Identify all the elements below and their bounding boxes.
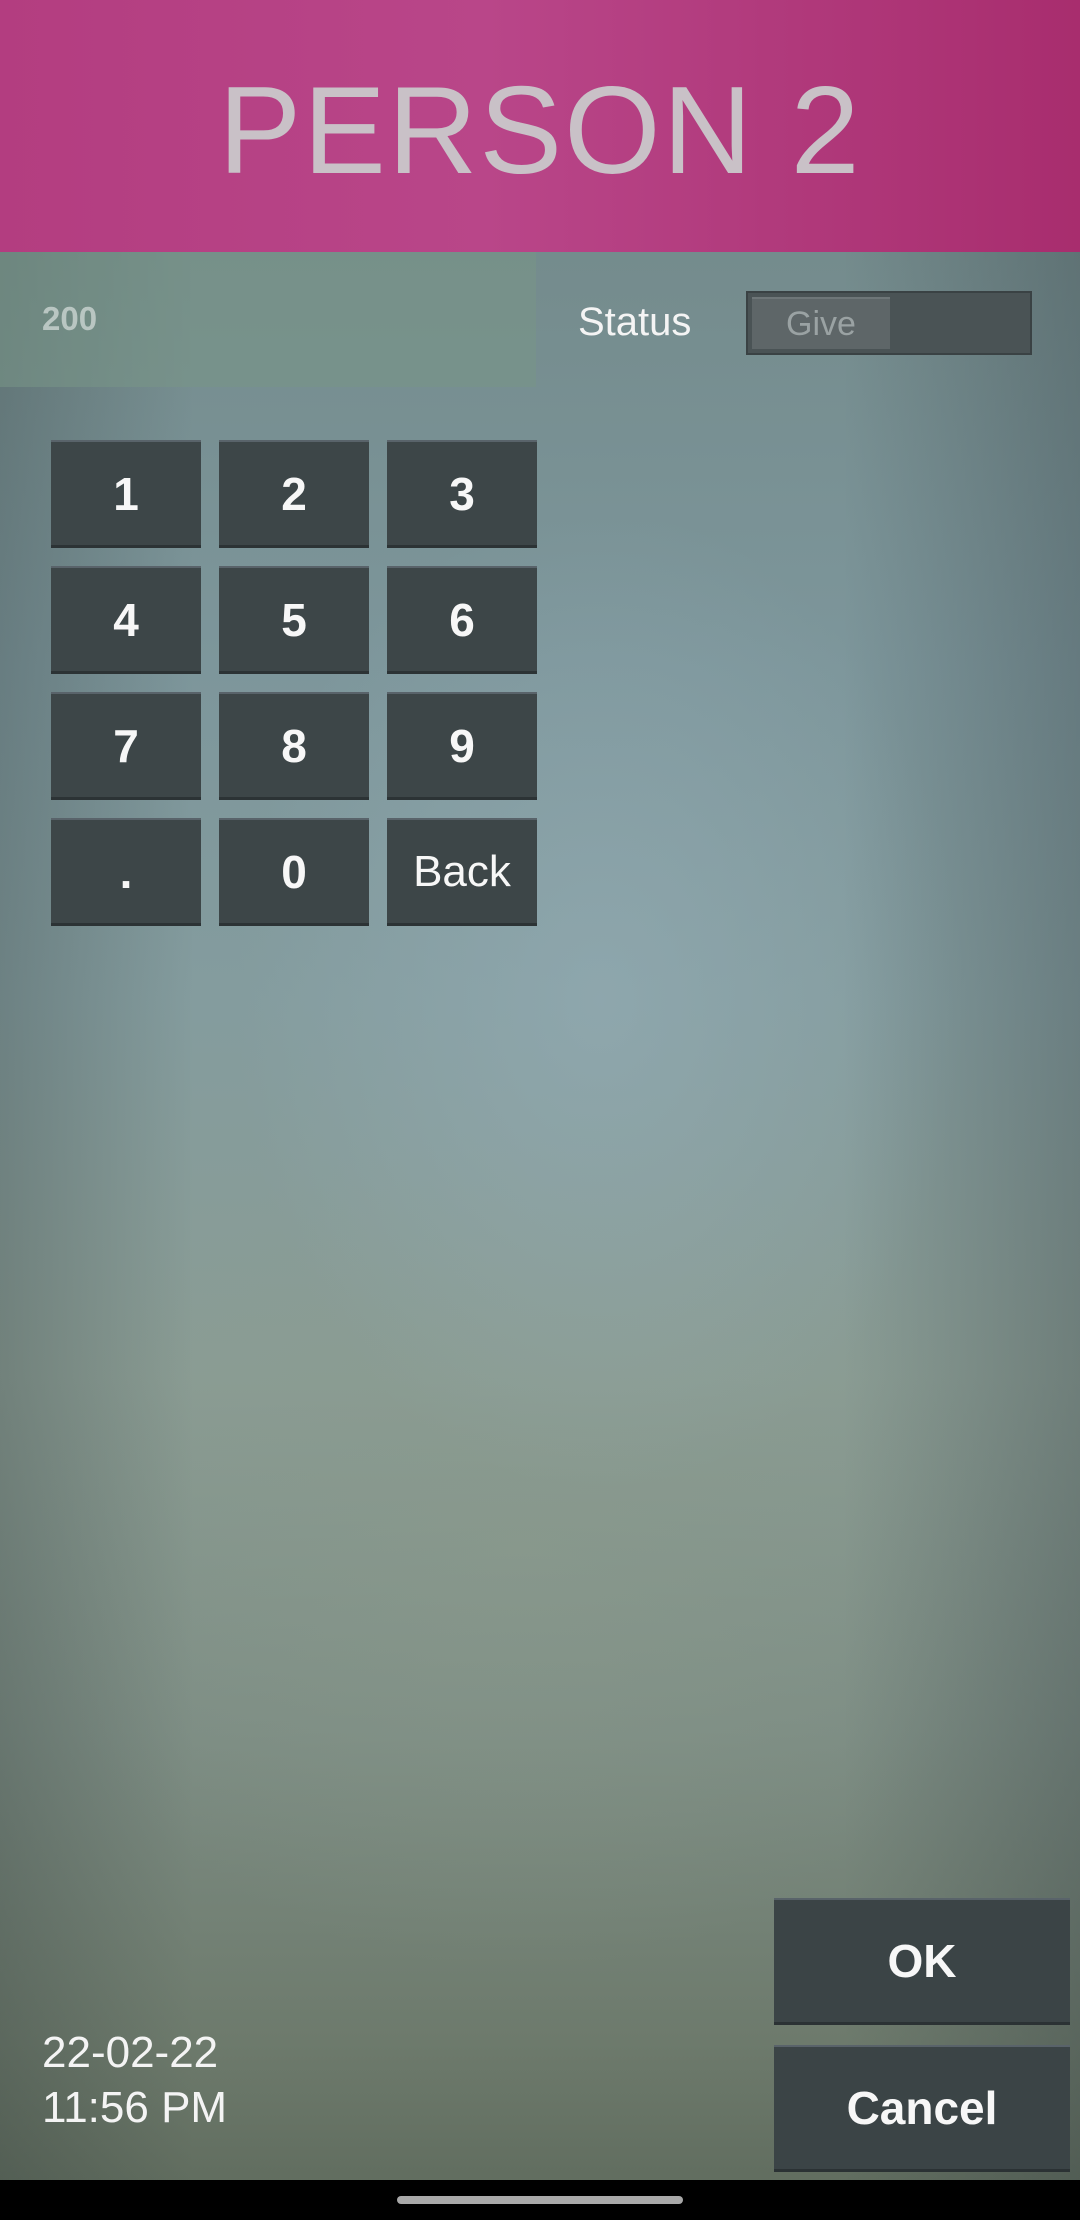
key-7[interactable]: 7 — [51, 692, 201, 800]
page-title: PERSON 2 — [218, 62, 862, 200]
key-back[interactable]: Back — [387, 818, 537, 926]
system-nav-bar — [0, 2180, 1080, 2220]
key-0[interactable]: 0 — [219, 818, 369, 926]
date-text: 22-02-22 — [42, 2028, 219, 2077]
status-toggle-thumb[interactable]: Give — [752, 297, 890, 349]
amount-value: 200 — [42, 300, 98, 337]
key-1[interactable]: 1 — [51, 440, 201, 548]
key-decimal[interactable]: . — [51, 818, 201, 926]
ok-button[interactable]: OK — [774, 1898, 1070, 2025]
time-text: 11:56 PM — [42, 2083, 228, 2132]
key-9[interactable]: 9 — [387, 692, 537, 800]
key-6[interactable]: 6 — [387, 566, 537, 674]
cancel-button[interactable]: Cancel — [774, 2045, 1070, 2172]
status-toggle[interactable]: Give — [746, 291, 1032, 355]
title-bar: PERSON 2 — [0, 0, 1080, 252]
status-label: Status — [578, 300, 692, 344]
key-4[interactable]: 4 — [51, 566, 201, 674]
amount-display[interactable]: 200 — [0, 252, 536, 387]
key-5[interactable]: 5 — [219, 566, 369, 674]
key-2[interactable]: 2 — [219, 440, 369, 548]
status-toggle-text: Give — [786, 304, 856, 343]
key-8[interactable]: 8 — [219, 692, 369, 800]
home-gesture-handle[interactable] — [397, 2196, 683, 2204]
key-3[interactable]: 3 — [387, 440, 537, 548]
